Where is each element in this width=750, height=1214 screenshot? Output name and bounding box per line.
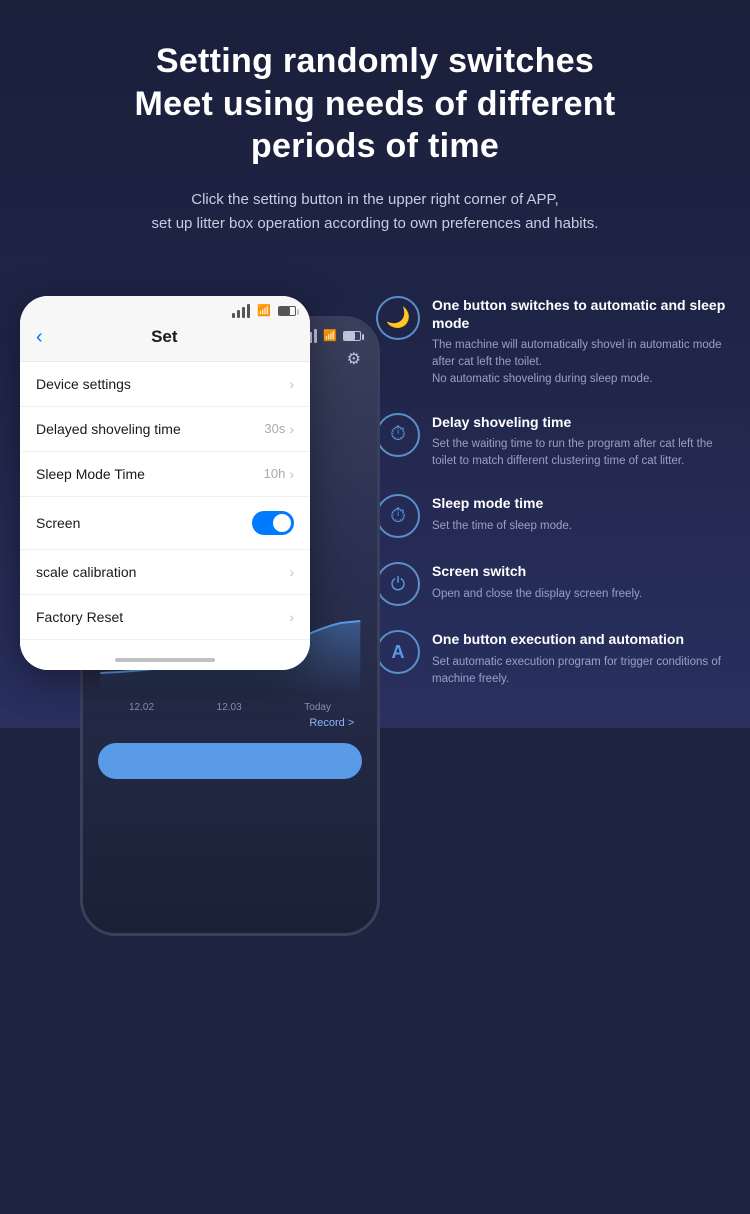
chevron-right-icon-4: › bbox=[289, 564, 294, 580]
feature-desc-delay: Set the waiting time to run the program … bbox=[432, 436, 730, 471]
main-title: Setting randomly switchesMeet using need… bbox=[60, 40, 690, 168]
settings-item-delay[interactable]: Delayed shoveling time 30s › bbox=[20, 407, 310, 452]
feature-text-sleep-time: Sleep mode time Set the time of sleep mo… bbox=[432, 494, 730, 534]
settings-right-scale: › bbox=[289, 564, 294, 580]
settings-item-reset[interactable]: Factory Reset › bbox=[20, 595, 310, 640]
record-link[interactable]: Record > bbox=[309, 717, 354, 729]
feature-item-sleep-mode: 🌙 One button switches to automatic and s… bbox=[376, 296, 730, 389]
chevron-right-icon: › bbox=[289, 376, 294, 392]
phone-status-bar: 📶 bbox=[20, 296, 310, 322]
feature-title-sleep-mode: One button switches to automatic and sle… bbox=[432, 296, 730, 332]
feature-text-sleep-mode: One button switches to automatic and sle… bbox=[432, 296, 730, 389]
feature-item-screen: ⏻ Screen switch Open and close the displ… bbox=[376, 562, 730, 606]
phone-bottom-bar bbox=[20, 640, 310, 670]
settings-item-screen[interactable]: Screen bbox=[20, 497, 310, 550]
feature-item-sleep-time: ⏱ Sleep mode time Set the time of sleep … bbox=[376, 494, 730, 538]
settings-item-device[interactable]: Device settings › bbox=[20, 362, 310, 407]
settings-header: ‹ Set bbox=[20, 322, 310, 362]
signal-bars bbox=[232, 304, 250, 318]
feature-title-sleep-time: Sleep mode time bbox=[432, 494, 730, 512]
back-button[interactable]: ‹ bbox=[36, 326, 43, 349]
delay-icon: ⏱ bbox=[376, 413, 420, 457]
screen-toggle[interactable] bbox=[252, 511, 294, 535]
settings-title: Set bbox=[55, 327, 274, 347]
feature-title-screen: Screen switch bbox=[432, 562, 730, 580]
delay-value: 30s bbox=[264, 421, 285, 436]
feature-text-screen: Screen switch Open and close the display… bbox=[432, 562, 730, 602]
sub-description: Click the setting button in the upper ri… bbox=[60, 188, 690, 236]
feature-title-automation: One button execution and automation bbox=[432, 630, 730, 648]
feature-desc-sleep-mode: The machine will automatically shovel in… bbox=[432, 337, 730, 389]
page-wrapper: Setting randomly switchesMeet using need… bbox=[0, 0, 750, 728]
automation-icon: A bbox=[376, 630, 420, 674]
settings-label-device: Device settings bbox=[36, 376, 131, 392]
chevron-right-icon-5: › bbox=[289, 609, 294, 625]
content-area: 📶 ‹ Petree ⚙ Sleep Mode bbox=[0, 266, 750, 689]
feature-text-delay: Delay shoveling time Set the waiting tim… bbox=[432, 413, 730, 471]
feature-desc-screen: Open and close the display screen freely… bbox=[432, 586, 730, 603]
feature-title-delay: Delay shoveling time bbox=[432, 413, 730, 431]
settings-label-scale: scale calibration bbox=[36, 564, 136, 580]
chevron-right-icon-2: › bbox=[289, 421, 294, 437]
screen-icon: ⏻ bbox=[376, 562, 420, 606]
sleep-mode-icon: 🌙 bbox=[376, 296, 420, 340]
chart-label-1: 12.02 bbox=[129, 702, 154, 713]
settings-label-delay: Delayed shoveling time bbox=[36, 421, 181, 437]
sleep-value: 10h bbox=[264, 466, 286, 481]
feature-item-automation: A One button execution and automation Se… bbox=[376, 630, 730, 688]
header-section: Setting randomly switchesMeet using need… bbox=[0, 40, 750, 266]
settings-label-reset: Factory Reset bbox=[36, 609, 123, 625]
settings-right-sleep: 10h › bbox=[264, 466, 294, 482]
phone-area: 📶 ‹ Petree ⚙ Sleep Mode bbox=[20, 286, 360, 670]
chevron-right-icon-3: › bbox=[289, 466, 294, 482]
settings-list: Device settings › Delayed shoveling time… bbox=[20, 362, 310, 640]
gear-icon: ⚙ bbox=[347, 349, 361, 369]
feature-desc-sleep-time: Set the time of sleep mode. bbox=[432, 518, 730, 535]
settings-right-device: › bbox=[289, 376, 294, 392]
feature-item-delay: ⏱ Delay shoveling time Set the waiting t… bbox=[376, 413, 730, 471]
home-indicator bbox=[115, 658, 215, 662]
settings-item-sleep[interactable]: Sleep Mode Time 10h › bbox=[20, 452, 310, 497]
settings-item-scale[interactable]: scale calibration › bbox=[20, 550, 310, 595]
feature-text-automation: One button execution and automation Set … bbox=[432, 630, 730, 688]
chart-label-2: 12.03 bbox=[217, 702, 242, 713]
sleep-time-icon: ⏱ bbox=[376, 494, 420, 538]
settings-label-screen: Screen bbox=[36, 515, 80, 531]
features-column: 🌙 One button switches to automatic and s… bbox=[360, 286, 730, 689]
settings-label-sleep: Sleep Mode Time bbox=[36, 466, 145, 482]
settings-right-delay: 30s › bbox=[264, 421, 294, 437]
settings-right-screen bbox=[252, 511, 294, 535]
settings-right-reset: › bbox=[289, 609, 294, 625]
phone-front: 📶 ‹ Set Device settings › bbox=[20, 296, 310, 670]
feature-desc-automation: Set automatic execution program for trig… bbox=[432, 654, 730, 689]
chart-label-3: Today bbox=[304, 702, 331, 713]
